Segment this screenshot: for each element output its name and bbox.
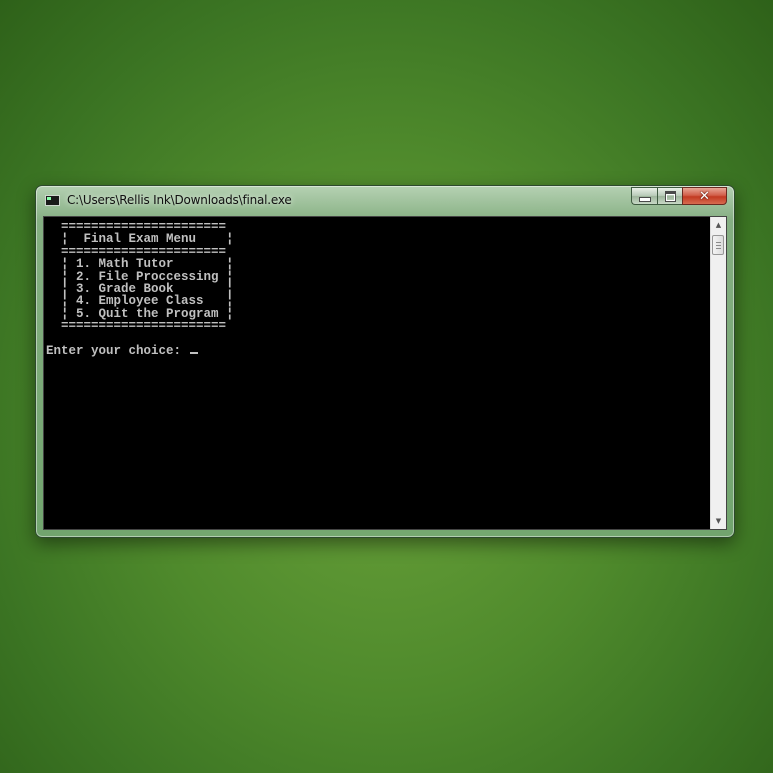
console-text: ====================== ¦ Final Exam Menu…: [44, 217, 710, 359]
menu-line: ======================: [46, 319, 227, 334]
console-client-area: ====================== ¦ Final Exam Menu…: [43, 216, 727, 530]
maximize-icon: [664, 190, 676, 202]
minimize-icon: [638, 196, 651, 202]
text-cursor[interactable]: [189, 352, 198, 355]
close-icon: ✕: [699, 188, 710, 204]
console-window[interactable]: C:\Users\Rellis Ink\Downloads\final.exe …: [35, 185, 735, 538]
scroll-thumb[interactable]: [712, 235, 724, 255]
scroll-down-button[interactable]: ▼: [711, 513, 726, 529]
grip-line: [716, 242, 721, 243]
console-app-icon[interactable]: [45, 195, 60, 206]
maximize-button[interactable]: [657, 187, 682, 205]
grip-line: [716, 248, 721, 249]
window-controls: ✕: [631, 187, 727, 205]
scroll-up-button[interactable]: ▲: [711, 217, 726, 233]
console-output[interactable]: ====================== ¦ Final Exam Menu…: [44, 217, 710, 529]
close-button[interactable]: ✕: [682, 187, 727, 205]
scroll-down-icon: ▼: [715, 517, 722, 525]
title-bar[interactable]: C:\Users\Rellis Ink\Downloads\final.exe …: [36, 186, 734, 216]
minimize-button[interactable]: [631, 187, 657, 205]
scroll-up-icon: ▲: [715, 221, 722, 229]
grip-line: [716, 245, 721, 246]
input-prompt: Enter your choice:: [46, 344, 189, 359]
window-title: C:\Users\Rellis Ink\Downloads\final.exe: [67, 193, 292, 207]
vertical-scrollbar[interactable]: ▲ ▼: [710, 217, 726, 529]
